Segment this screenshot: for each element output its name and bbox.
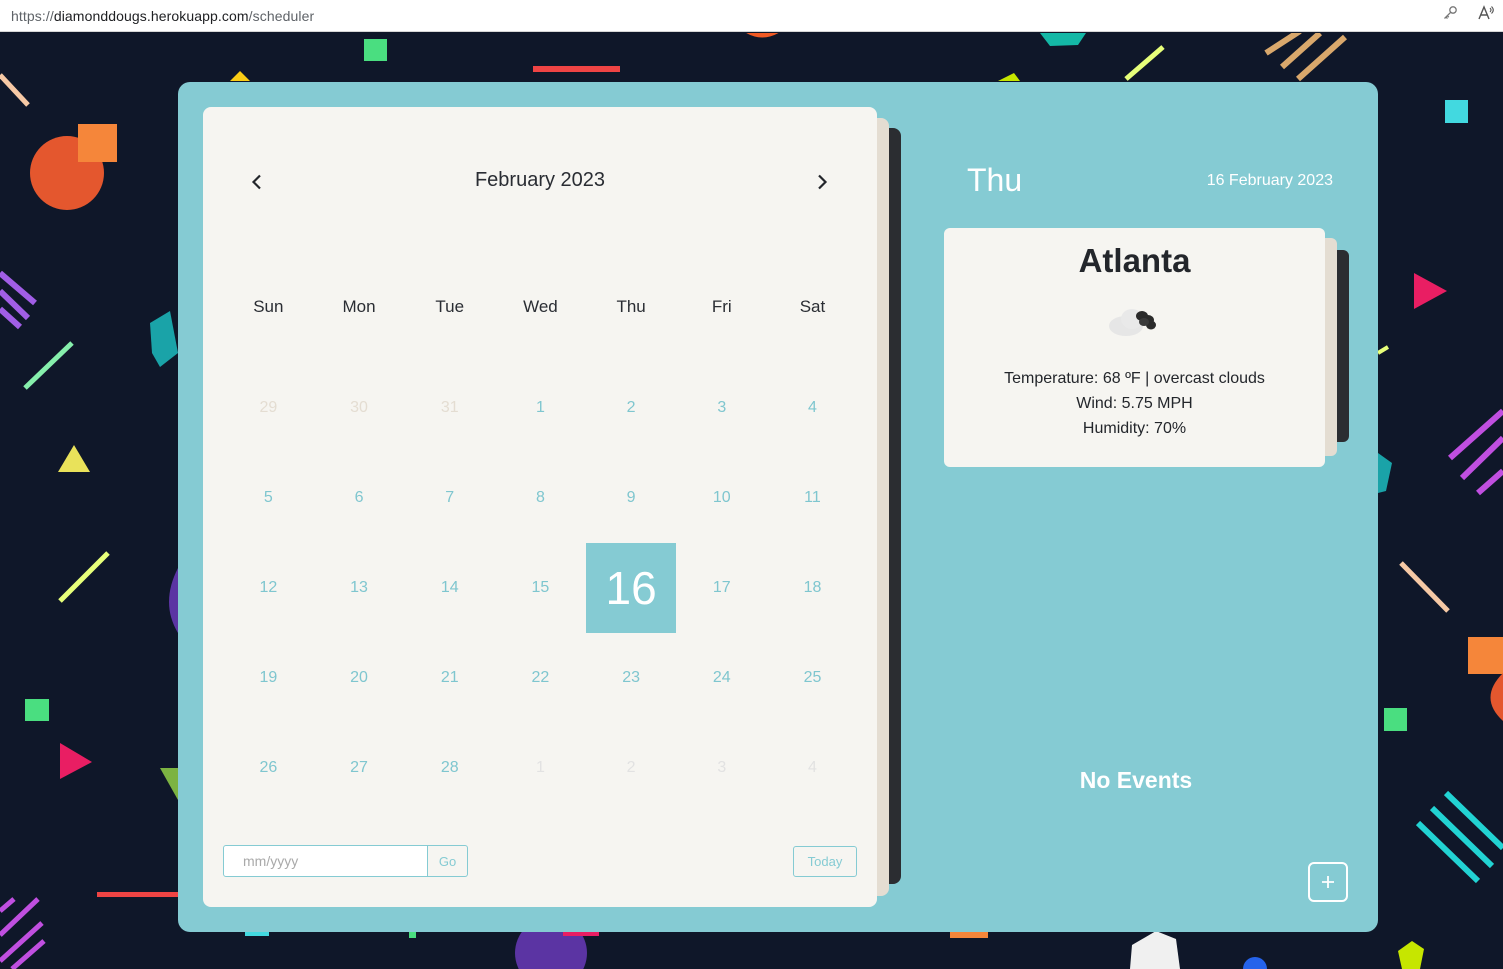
- no-events-label: No Events: [1079, 767, 1193, 793]
- day-cell[interactable]: 22: [495, 633, 586, 723]
- url-scheme: https://: [11, 7, 54, 24]
- month-year-input[interactable]: [223, 845, 428, 877]
- day-cell[interactable]: 21: [404, 633, 495, 723]
- selected-full-date: 16 February 2023: [1206, 172, 1333, 189]
- chevron-right-icon: [818, 174, 828, 190]
- day-cell[interactable]: 24: [676, 633, 767, 723]
- day-cell[interactable]: 31: [404, 363, 495, 453]
- day-cell[interactable]: 3: [676, 363, 767, 453]
- day-cell[interactable]: 11: [767, 453, 858, 543]
- day-cell[interactable]: 9: [586, 453, 677, 543]
- day-cell[interactable]: 18: [767, 543, 858, 633]
- day-cell[interactable]: 1: [495, 363, 586, 453]
- add-event-button[interactable]: [1308, 862, 1348, 902]
- weekday-sun: Sun: [253, 297, 284, 316]
- day-cell[interactable]: 12: [223, 543, 314, 633]
- day-cell[interactable]: 5: [223, 453, 314, 543]
- weekday-tue: Tue: [435, 297, 465, 316]
- month-navigation: February 2023: [203, 167, 877, 197]
- url-text[interactable]: https://diamonddougs.herokuapp.com/sched…: [0, 8, 314, 24]
- today-button[interactable]: Today: [793, 846, 857, 877]
- day-cell[interactable]: 19: [223, 633, 314, 723]
- read-aloud-icon[interactable]: [1477, 4, 1495, 26]
- day-cell[interactable]: 8: [495, 453, 586, 543]
- weekday-header-row: Sun Mon Tue Wed Thu Fri Sat: [223, 297, 858, 317]
- weekday-mon: Mon: [342, 297, 376, 316]
- url-path: /scheduler: [248, 7, 315, 24]
- day-cell[interactable]: 2: [586, 363, 677, 453]
- weather-humidity: Humidity: 70%: [1082, 420, 1187, 437]
- day-cell[interactable]: 23: [586, 633, 677, 723]
- weather-card: Atlanta Temperature: 68 ºF | overcast cl…: [944, 228, 1325, 467]
- url-host: diamonddougs.herokuapp.com: [53, 7, 249, 24]
- day-cell[interactable]: 3: [676, 723, 767, 813]
- day-cell[interactable]: 1: [495, 723, 586, 813]
- selected-day-cell[interactable]: 16: [585, 543, 677, 633]
- calendar-panel: February 2023 Sun Mon Tue Wed Thu Fri Sat 29 30…: [203, 107, 877, 907]
- day-cell[interactable]: 29: [223, 363, 314, 453]
- day-cell[interactable]: 4: [767, 363, 858, 453]
- weekday-thu: Thu: [616, 297, 646, 316]
- weekday-fri: Fri: [711, 297, 732, 316]
- jump-to-date-form: Go: [223, 845, 468, 877]
- next-month-button[interactable]: [809, 169, 835, 195]
- weather-wind: Wind: 5.75 MPH: [1076, 395, 1193, 412]
- month-title: February 2023: [474, 169, 606, 191]
- plus-icon: [1322, 876, 1334, 888]
- browser-address-bar[interactable]: https://diamonddougs.herokuapp.com/sched…: [0, 0, 1503, 32]
- day-cell[interactable]: 7: [404, 453, 495, 543]
- day-cell[interactable]: 6: [314, 453, 405, 543]
- weather-city: Atlanta: [1078, 242, 1191, 279]
- day-cell[interactable]: 10: [676, 453, 767, 543]
- key-icon[interactable]: [1441, 4, 1459, 26]
- day-cell[interactable]: 13: [314, 543, 405, 633]
- day-cell[interactable]: 30: [314, 363, 405, 453]
- day-cell[interactable]: 26: [223, 723, 314, 813]
- weekday-wed: Wed: [523, 297, 558, 316]
- weekday-sat: Sat: [799, 297, 826, 316]
- overcast-clouds-icon: [1109, 309, 1156, 336]
- day-cell[interactable]: 4: [767, 723, 858, 813]
- day-grid: 29 30 31 1 2 3 4 5 6 7 8 9 10 11 12 13 14 15 16 17 18 19 20 21 2…: [223, 363, 858, 813]
- day-cell[interactable]: 25: [767, 633, 858, 723]
- day-cell[interactable]: 14: [404, 543, 495, 633]
- day-cell[interactable]: 28: [404, 723, 495, 813]
- day-cell[interactable]: 20: [314, 633, 405, 723]
- day-cell[interactable]: 27: [314, 723, 405, 813]
- day-cell[interactable]: 17: [676, 543, 767, 633]
- go-button[interactable]: Go: [428, 845, 468, 877]
- day-cell[interactable]: 2: [586, 723, 677, 813]
- weather-temperature: Temperature: 68 ºF | overcast clouds: [1004, 370, 1265, 387]
- day-cell[interactable]: 15: [495, 543, 586, 633]
- selected-day-name: Thu: [967, 162, 1023, 198]
